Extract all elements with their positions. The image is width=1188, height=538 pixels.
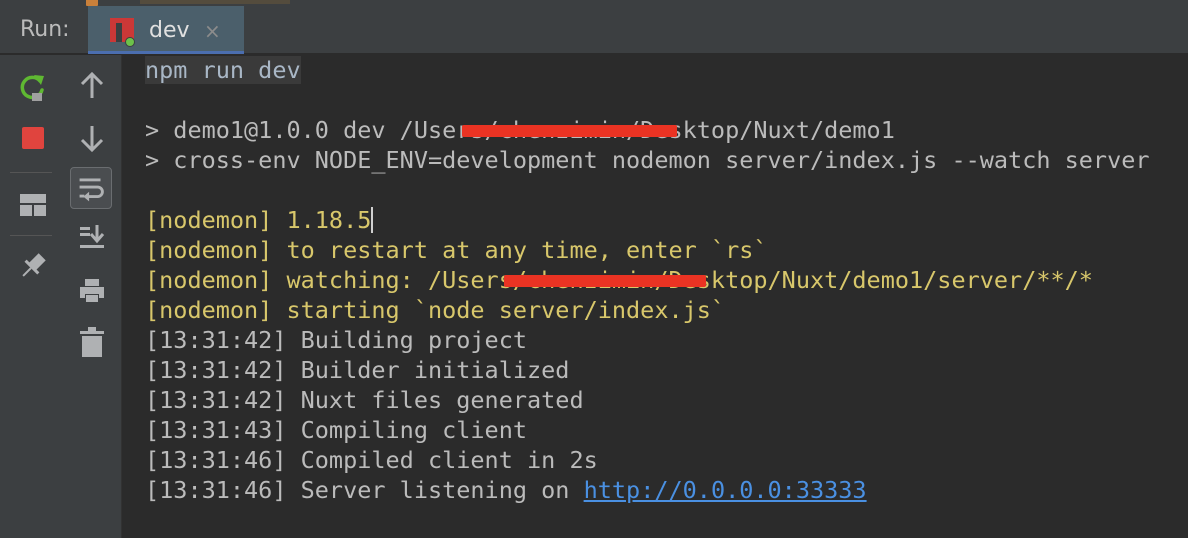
console-output[interactable]: npm run dev > demo1@1.0.0 dev /Users/che… bbox=[123, 55, 1188, 538]
tab-label: dev bbox=[149, 18, 190, 43]
console-line: [nodemon] 1.18.5 bbox=[145, 205, 374, 235]
console-line: [13:31:42] Builder initialized bbox=[145, 356, 570, 384]
tab-dev[interactable]: dev × bbox=[88, 6, 244, 54]
soft-wrap-icon bbox=[79, 178, 104, 202]
console-actions-toolbar bbox=[62, 55, 122, 538]
console-line: [13:31:43] Compiling client bbox=[145, 416, 528, 444]
rerun-icon[interactable] bbox=[18, 73, 48, 103]
console-line: [13:31:46] Compiled client in 2s bbox=[145, 446, 598, 474]
down-arrow-icon[interactable] bbox=[78, 123, 106, 153]
soft-wrap-button[interactable] bbox=[70, 167, 112, 209]
close-icon[interactable]: × bbox=[204, 19, 221, 43]
console-line: [13:31:42] Building project bbox=[145, 326, 528, 354]
redaction-mark bbox=[504, 275, 706, 287]
stop-icon[interactable] bbox=[22, 127, 44, 149]
console-line: [nodemon] to restart at any time, enter … bbox=[145, 236, 768, 264]
console-line: npm run dev bbox=[145, 55, 301, 85]
run-header: Run: dev × bbox=[0, 6, 1188, 54]
nodemon-version: [nodemon] 1.18.5 bbox=[145, 206, 372, 234]
trash-icon[interactable] bbox=[80, 327, 104, 357]
run-label: Run: bbox=[20, 17, 70, 42]
console-line: [13:31:42] Nuxt files generated bbox=[145, 386, 584, 414]
toolbar-divider bbox=[10, 235, 52, 236]
redaction-mark bbox=[462, 125, 677, 137]
console-line: > cross-env NODE_ENV=development nodemon… bbox=[145, 146, 1150, 174]
editor-fragment-text bbox=[140, 0, 290, 4]
log-text: [13:31:46] Server listening on bbox=[145, 476, 584, 504]
run-actions-toolbar bbox=[0, 55, 62, 538]
command-text: npm run dev bbox=[145, 56, 301, 84]
running-indicator-icon bbox=[125, 37, 135, 47]
layout-icon[interactable] bbox=[20, 194, 46, 216]
print-icon[interactable] bbox=[78, 277, 106, 305]
text-caret bbox=[371, 207, 374, 233]
console-line: [13:31:46] Server listening on http://0.… bbox=[145, 475, 867, 505]
console-line: [nodemon] starting `node server/index.js… bbox=[145, 296, 726, 324]
scroll-to-end-icon[interactable] bbox=[78, 223, 106, 251]
toolbar-divider bbox=[10, 172, 52, 173]
up-arrow-icon[interactable] bbox=[78, 71, 106, 101]
server-url-link[interactable]: http://0.0.0.0:33333 bbox=[584, 476, 867, 504]
pin-icon[interactable] bbox=[18, 251, 48, 281]
